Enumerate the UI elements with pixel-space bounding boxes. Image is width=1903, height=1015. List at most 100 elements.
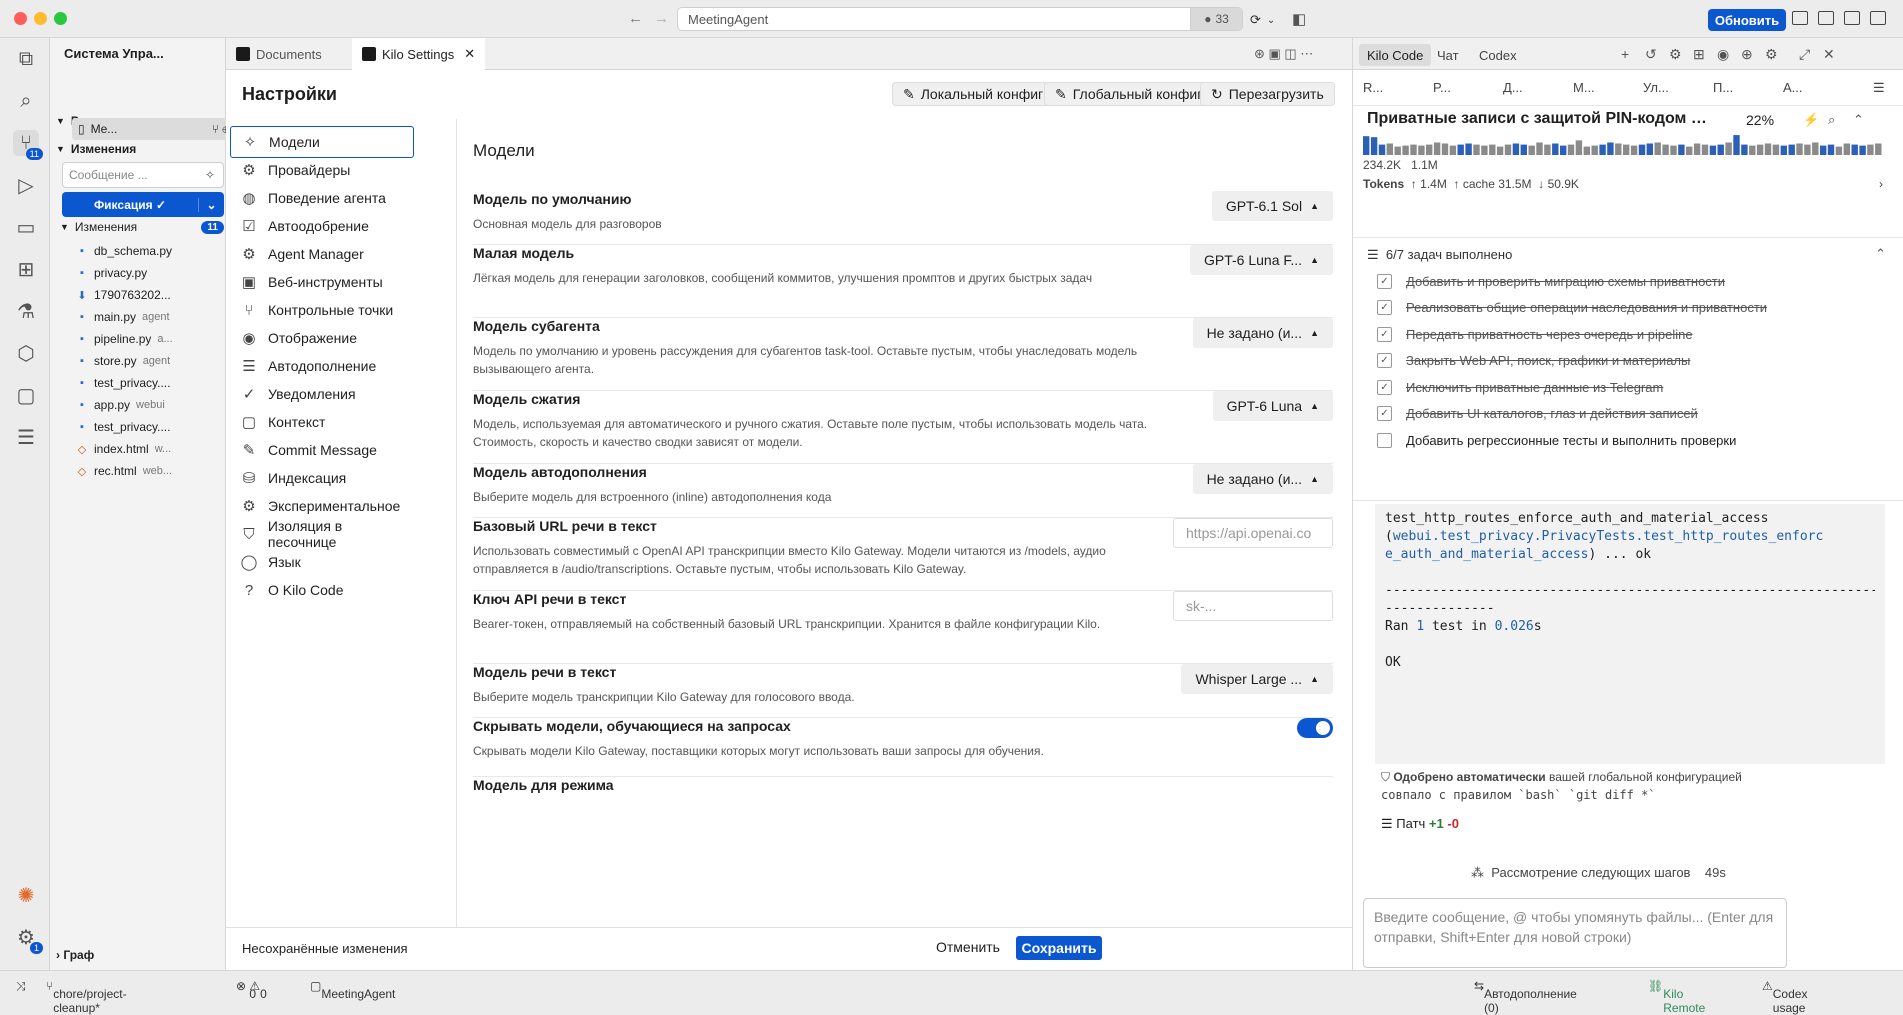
sparkle-icon[interactable]: ✧: [205, 168, 215, 182]
chevron-up-icon[interactable]: ⌃: [1853, 112, 1864, 128]
session-tab[interactable]: Д...: [1503, 80, 1523, 95]
manage-gear-icon[interactable]: ⚙ 1: [13, 924, 43, 954]
save-button[interactable]: Сохранить: [1016, 936, 1102, 960]
minimize-window-button[interactable]: [34, 12, 47, 25]
accounts-icon[interactable]: ✺: [13, 882, 39, 908]
tab-chat[interactable]: Чат: [1429, 44, 1467, 66]
history-icon[interactable]: ↺: [1645, 46, 1657, 63]
checked-box-icon[interactable]: ✓: [1377, 300, 1392, 315]
commit-button[interactable]: Фиксация ✓ ⌄: [62, 192, 224, 217]
grid-icon[interactable]: ⊞: [1693, 46, 1705, 63]
tab-documents[interactable]: Documents: [226, 38, 332, 70]
chevron-up-icon[interactable]: ⌃: [1875, 246, 1886, 262]
search-icon[interactable]: ⌕: [13, 88, 39, 114]
checked-box-icon[interactable]: ✓: [1377, 326, 1392, 342]
local-config-button[interactable]: ✎ Локальный конфиг: [892, 82, 1055, 106]
layout-icon[interactable]: ◧: [1292, 10, 1306, 28]
session-tab[interactable]: A...: [1783, 80, 1803, 95]
task-item[interactable]: ✓ Реализовать общие операции наследования…: [1377, 297, 1897, 319]
customize-layout-icon[interactable]: [1870, 11, 1886, 25]
model-select[interactable]: Не задано (и... ▲: [1192, 464, 1333, 494]
autocomplete-status[interactable]: ⇆ Автодополнение (0): [1474, 979, 1577, 1015]
text-input[interactable]: https://api.openai.co: [1173, 518, 1333, 548]
testing-icon[interactable]: ⚗: [13, 298, 39, 324]
task-item[interactable]: ✓ Передать приватность через очередь и pi…: [1377, 323, 1897, 345]
commit-message-input[interactable]: Сообщение ... ✧: [62, 162, 224, 188]
remote-explorer-icon[interactable]: ▭: [13, 214, 39, 240]
profile-icon[interactable]: ◉: [1717, 46, 1729, 63]
toggle-secondary-sidebar-icon[interactable]: [1844, 11, 1860, 25]
tab-kilo-settings[interactable]: Kilo Settings ✕: [352, 38, 486, 70]
model-select[interactable]: GPT-6.1 Sol ▲: [1211, 191, 1333, 221]
expand-icon[interactable]: ⤢: [1799, 46, 1810, 63]
session-tab[interactable]: R...: [1363, 80, 1383, 95]
database-icon[interactable]: ☰: [13, 424, 39, 450]
nav-item[interactable]: ? О Kilo Code: [230, 574, 414, 606]
checked-box-icon[interactable]: ✓: [1377, 353, 1392, 368]
settings-gear-icon[interactable]: ⚙: [1765, 46, 1778, 63]
tasks-header[interactable]: ☰ 6/7 задач выполнено: [1367, 247, 1512, 263]
reload-button[interactable]: ↻ Перезагрузить: [1200, 82, 1335, 106]
patch-summary[interactable]: ☰ Патч +1 -0: [1381, 816, 1459, 832]
unchecked-box-icon[interactable]: [1377, 432, 1392, 448]
extensions-icon[interactable]: ⊞: [13, 256, 39, 282]
tokens-summary[interactable]: Tokens ↑ 1.4M ↑ cache 31.5M ↓ 50.9K ›: [1363, 177, 1883, 191]
marketplace-icon[interactable]: ⊕: [1741, 46, 1753, 63]
session-list-icon[interactable]: ☰: [1873, 80, 1885, 96]
toggle-panel-icon[interactable]: [1818, 11, 1834, 25]
tab-codex[interactable]: Codex: [1471, 44, 1525, 66]
forward-arrow-icon[interactable]: →: [654, 10, 669, 27]
maximize-window-button[interactable]: [54, 12, 67, 25]
checked-box-icon[interactable]: ✓: [1377, 379, 1392, 395]
problems-status[interactable]: ⊗ 0 ⚠ 0: [236, 979, 267, 1001]
task-item[interactable]: ✓ Исключить приватные данные из Telegram: [1377, 376, 1897, 398]
text-input[interactable]: sk-...: [1173, 591, 1333, 621]
kilo-remote-status[interactable]: ⛓ Kilo Remote: [1648, 979, 1705, 1015]
repo-item[interactable]: ▯Me... ⑂ ⊕ ⋯: [72, 118, 248, 140]
model-select[interactable]: Whisper Large ... ▲: [1181, 664, 1333, 694]
commit-dropdown-icon[interactable]: ⌄: [198, 197, 224, 212]
update-button[interactable]: Обновить: [1708, 9, 1786, 31]
changes-section[interactable]: ▼ Изменения: [56, 142, 136, 156]
search-icon[interactable]: ⌕: [1828, 112, 1835, 128]
cancel-button[interactable]: Отменить: [936, 939, 1000, 955]
folder-status[interactable]: ▢ MeetingAgent: [310, 979, 395, 1001]
source-control-icon[interactable]: ⑂ 11: [13, 130, 43, 160]
remote-icon[interactable]: ⤨: [16, 979, 26, 994]
kilo-icon[interactable]: ⬡: [13, 340, 39, 366]
toggle-sidebar-icon[interactable]: [1792, 11, 1808, 25]
session-tab[interactable]: M...: [1573, 80, 1595, 95]
toggle-switch[interactable]: [1297, 718, 1333, 738]
close-icon[interactable]: ✕: [1823, 46, 1835, 63]
chat-input[interactable]: Введите сообщение, @ чтобы упомянуть фай…: [1363, 898, 1787, 968]
explorer-icon[interactable]: ⧉: [13, 46, 39, 72]
global-config-button[interactable]: ✎ Глобальный конфиг: [1044, 82, 1214, 106]
checked-box-icon[interactable]: ✓: [1377, 273, 1392, 289]
back-arrow-icon[interactable]: ←: [628, 10, 643, 27]
checked-box-icon[interactable]: ✓: [1377, 406, 1392, 421]
session-tab[interactable]: P...: [1433, 80, 1451, 95]
model-select[interactable]: GPT-6 Luna F... ▲: [1190, 245, 1333, 275]
compress-icon[interactable]: ⚡: [1803, 112, 1819, 128]
codex-usage-status[interactable]: ⚠ Codex usage: [1762, 979, 1807, 1015]
task-item[interactable]: ✓ Добавить UI каталогов, глаз и действия …: [1377, 403, 1897, 425]
session-tab[interactable]: П...: [1713, 80, 1733, 95]
changes-group[interactable]: ▼ Изменения 11: [60, 220, 224, 234]
model-select[interactable]: GPT-6 Luna ▲: [1212, 391, 1333, 421]
branch-status[interactable]: ⑂ chore/project-cleanup*: [46, 979, 127, 1015]
tab-actions-icon[interactable]: ⊛ ▣ ◫ ⋯: [1254, 46, 1313, 62]
task-item[interactable]: ✓ Добавить и проверить миграцию схемы при…: [1377, 270, 1897, 292]
task-item[interactable]: Добавить регрессионные тесты и выполнить…: [1377, 429, 1897, 451]
close-window-button[interactable]: [14, 12, 27, 25]
model-select[interactable]: Не задано (и... ▲: [1192, 318, 1333, 348]
agents-icon[interactable]: ⚙: [1669, 46, 1682, 63]
session-tab[interactable]: Ул...: [1643, 80, 1669, 95]
task-item[interactable]: ✓ Закрыть Web API, поиск, графики и матер…: [1377, 350, 1897, 372]
notification-badge[interactable]: ● 33: [1190, 8, 1242, 30]
folder-icon[interactable]: ▢: [13, 382, 39, 408]
new-task-icon[interactable]: +: [1621, 46, 1629, 62]
close-icon[interactable]: ✕: [464, 46, 475, 62]
graph-section[interactable]: › Граф: [56, 948, 94, 962]
tab-kilo-code[interactable]: Kilo Code: [1359, 44, 1432, 66]
command-center[interactable]: MeetingAgent ● 33 ⟳ ⌄: [677, 7, 1275, 31]
